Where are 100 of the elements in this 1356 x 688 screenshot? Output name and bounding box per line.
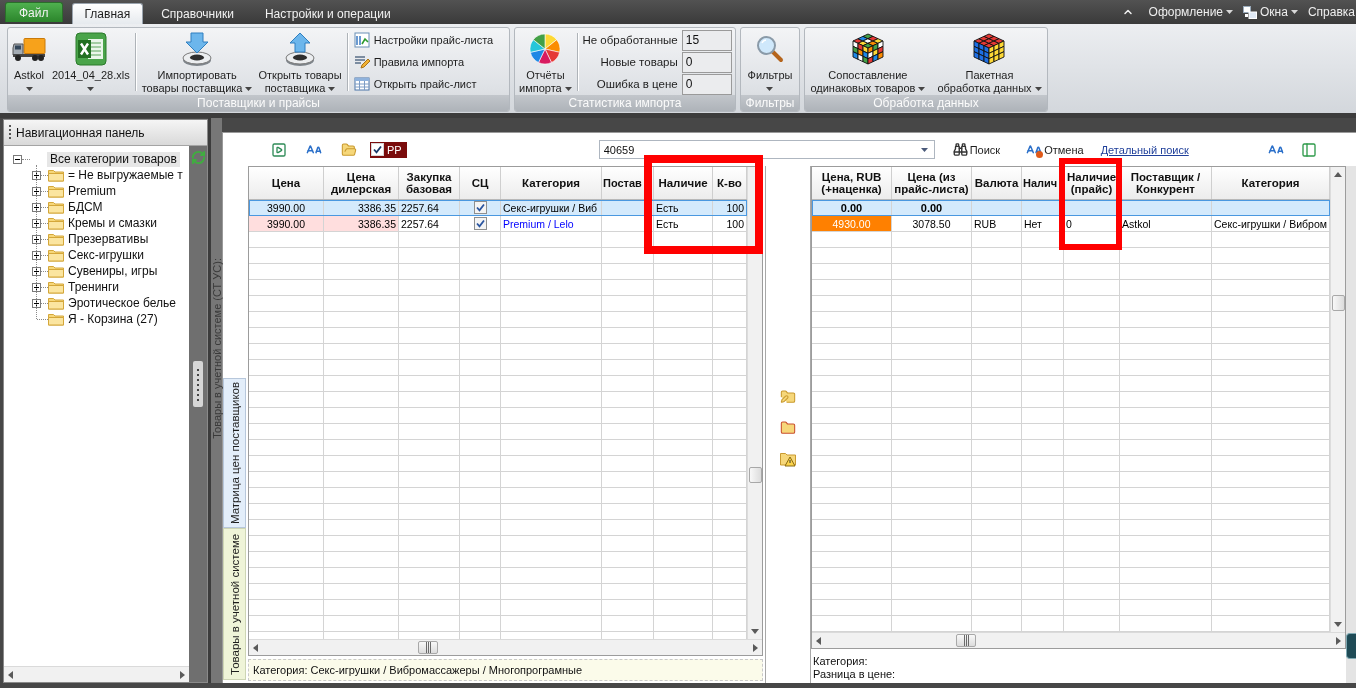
cube-icon [850,32,885,66]
edge-tab[interactable] [1346,633,1356,659]
scroll-thumb[interactable] [748,467,762,483]
ribbon-button[interactable]: Отчёты импорта [517,29,574,95]
detailed-search-link[interactable]: Детальный поиск [1100,143,1189,156]
tree-item[interactable]: Я - Корзина (27) [65,311,161,327]
ribbon-button[interactable]: Пакетная обработка данных [935,29,1044,95]
pp-toggle[interactable]: PP [370,141,407,158]
vertical-scrollbar[interactable] [1330,167,1345,632]
checkbox[interactable] [473,217,487,230]
expand-icon[interactable] [32,170,41,180]
folder-icon [48,168,64,182]
tree-item[interactable]: Секс-игрушки [65,247,147,263]
table-row[interactable]: 3990.00 3386.35 2257.64 Секс-игрушки / Виб Есть 100 [249,200,747,216]
collapse-icon[interactable] [13,154,22,164]
table-row[interactable]: 3990.00 3386.35 2257.64 Premium / Lelo Есть 100 [249,216,747,232]
scroll-down-icon[interactable] [1334,622,1342,627]
stat-label: Не обработанные [581,34,678,46]
column-header[interactable]: Цена (из прайс-листа) [892,167,972,199]
cancel-button[interactable]: Отмена [1026,140,1084,159]
expand-icon[interactable] [32,266,41,276]
tree-item[interactable]: Все категории товаров [47,151,180,167]
tree-item[interactable]: Тренинги [65,279,123,295]
column-header[interactable]: Наличие [654,167,713,199]
horizontal-scrollbar[interactable] [4,666,189,682]
expand-icon[interactable] [32,234,41,244]
scroll-down-icon[interactable] [751,629,759,634]
expand-icon[interactable] [32,250,41,260]
scroll-left-icon[interactable] [816,636,821,645]
ribbon-button[interactable]: 2014_04_28.xls [50,29,132,95]
ribbon-button[interactable]: Настройки прайс-листа [351,29,496,51]
folder-icon [48,280,64,294]
vertical-tab[interactable]: Товары в учетной системе [223,528,246,680]
ribbon-tab[interactable]: Справочники [148,3,247,24]
column-header[interactable]: Закупка базовая [399,167,460,199]
category-note: Категория: Секс-игрушки / Вибромассажеры / Многопрограмные [248,659,763,681]
ribbon-button[interactable]: Правила импорта [351,51,496,73]
folder-icon [48,232,64,246]
tree-item[interactable]: Сувениры, игры [65,263,161,279]
column-header[interactable]: Категория [501,167,602,199]
ribbon-button[interactable]: Сопоставление одинаковых товаров [808,29,928,95]
scroll-up-icon[interactable] [1334,172,1342,177]
scroll-thumb[interactable] [956,634,976,647]
ribbon-tab[interactable]: Главная [71,3,144,24]
search-button[interactable]: Поиск [952,140,1001,159]
horizontal-scrollbar[interactable] [249,639,762,655]
splitter-bar[interactable] [189,146,207,682]
column-header[interactable]: Поставщик / Конкурент [1120,167,1212,199]
expand-icon[interactable] [32,282,41,292]
ribbon-button[interactable]: Импортировать товары поставщика [139,29,255,95]
scroll-left-icon[interactable] [253,643,258,652]
ribbon-tab[interactable]: Настройки и операции [251,3,404,24]
scroll-right-icon[interactable] [180,670,185,679]
ribbon-button[interactable]: Astkol [10,29,48,95]
horizontal-scrollbar[interactable] [812,632,1345,648]
ribbon-button[interactable]: Открыть прайс-лист [351,73,496,95]
tree-item[interactable]: Premium [65,183,119,199]
column-header[interactable]: Цена [249,167,324,199]
tree-item[interactable]: Эротическое белье [65,295,179,311]
column-header[interactable]: СЦ [460,167,501,199]
menu-item[interactable]: Окна [1242,2,1299,22]
menu-item[interactable]: Справка [1306,2,1356,22]
windows-icon [1243,5,1258,19]
group-title: Поставщики и прайсы [8,95,509,111]
expand-icon[interactable] [32,202,41,212]
tree-item[interactable]: = Не выгружаемые т [65,167,186,183]
column-header[interactable]: Валюта [972,167,1022,199]
scroll-right-icon[interactable] [753,643,758,652]
vertical-tab[interactable]: Матрица цен поставщиков [223,378,246,528]
play-box-icon[interactable] [271,141,287,158]
folder-minus-icon[interactable] [780,420,796,436]
expand-icon[interactable] [32,186,41,196]
expand-icon[interactable] [32,298,41,308]
table-cell: Нет [1022,216,1064,232]
splitter-grip[interactable] [193,361,203,407]
column-header[interactable]: Категория [1212,167,1330,199]
tree-item[interactable]: БДСМ [65,199,106,215]
folder-warning-icon[interactable] [780,451,796,467]
folder-icon [48,184,64,198]
folder-icon [48,216,64,230]
column-header[interactable]: К-во [713,167,747,199]
column-header[interactable]: Цена дилерская [324,167,399,199]
table-row[interactable]: 4930.00 3078.50 RUB Нет 0 Astkol Секс-игрушки / Вибром [812,216,1330,232]
scroll-right-icon[interactable] [1336,636,1341,645]
ribbon-button[interactable]: Открыть товары поставщика [256,29,344,95]
tree-item[interactable]: Презервативы [65,231,152,247]
scroll-thumb[interactable] [418,641,438,654]
table-cell: Есть [654,216,713,232]
column-header[interactable]: Цена, RUB (+наценка) [812,167,892,199]
menu-item[interactable]: Оформление [1147,2,1235,22]
expand-icon[interactable] [32,218,41,228]
tree-item[interactable]: Кремы и смазки [65,215,160,231]
search-field[interactable]: 40659 [598,140,935,159]
ribbon-button[interactable]: Фильтры [745,29,795,95]
scroll-thumb[interactable] [1331,295,1345,311]
table-row[interactable]: 0.00 0.00 [812,200,1330,216]
panel-icon[interactable] [1300,141,1317,158]
folder-icon [48,296,64,310]
scroll-left-icon[interactable] [8,670,13,679]
checkbox[interactable] [473,201,487,214]
